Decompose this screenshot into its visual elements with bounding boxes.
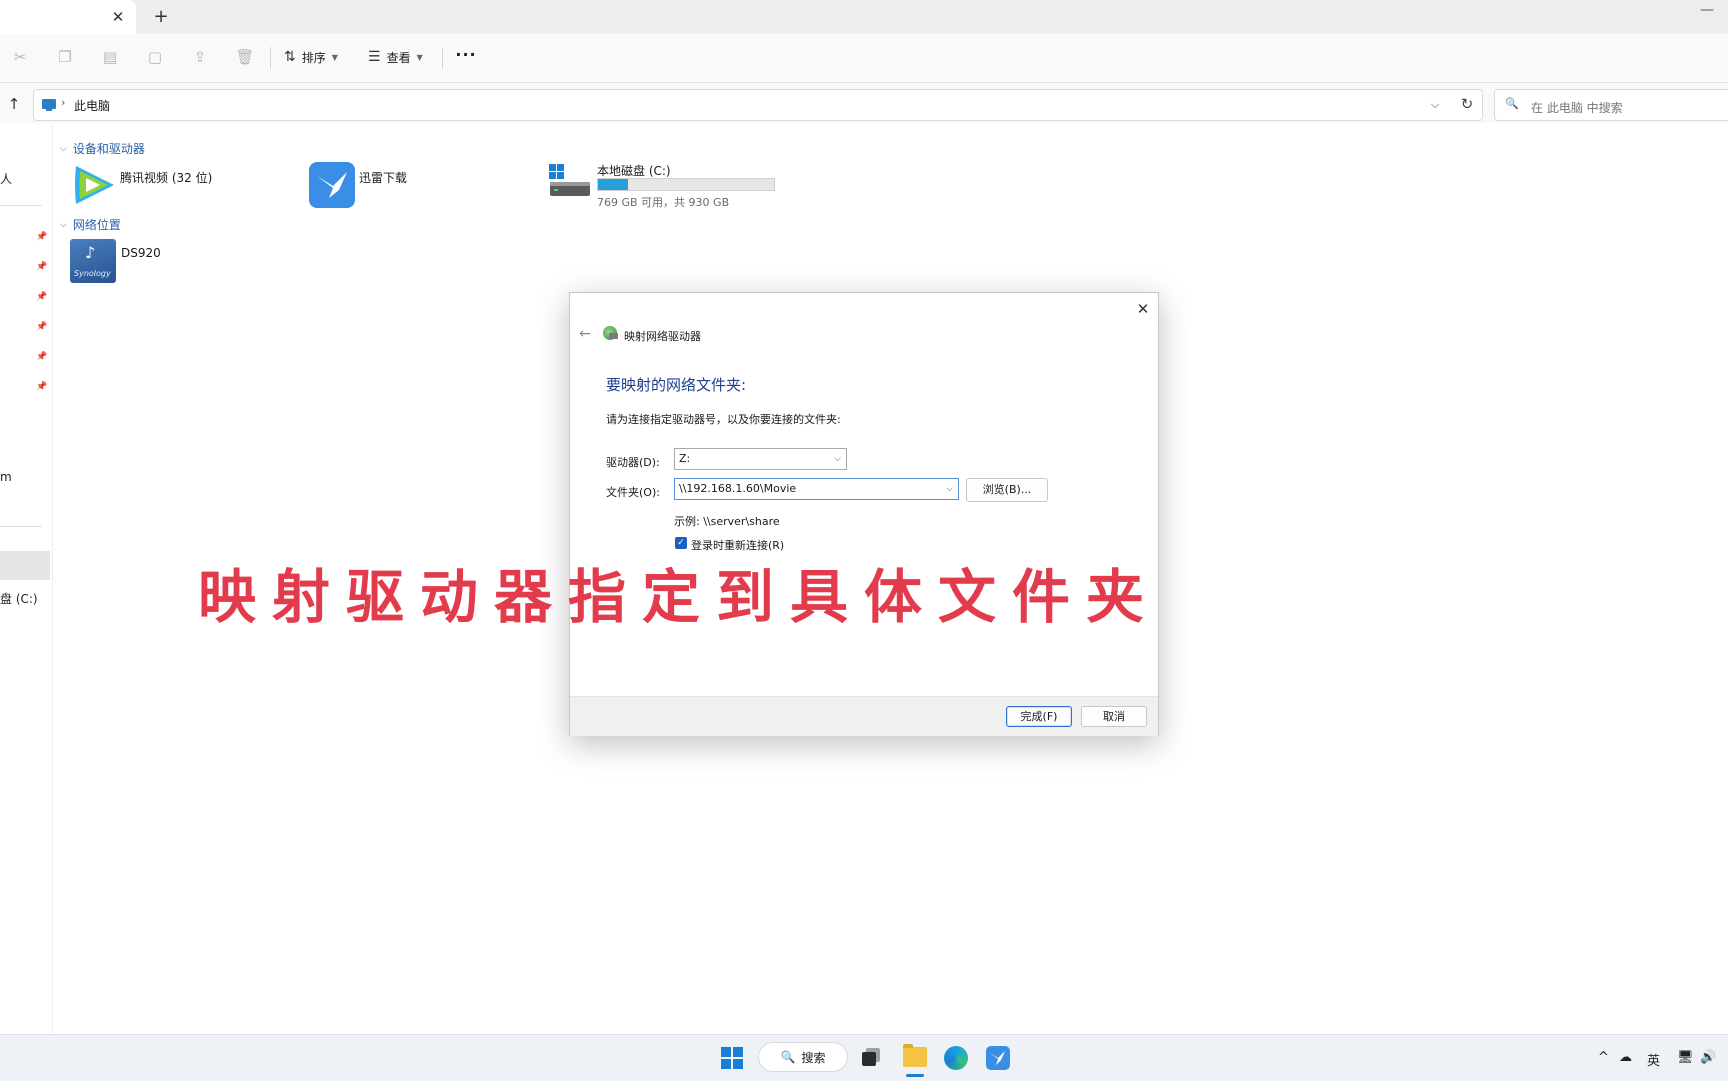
nav-item-person[interactable]: 人 bbox=[0, 170, 12, 187]
this-pc-icon bbox=[42, 99, 56, 111]
refresh-icon[interactable]: ↻ bbox=[1458, 95, 1476, 113]
chevron-right-icon[interactable]: › bbox=[61, 96, 65, 109]
group-devices-label: 设备和驱动器 bbox=[72, 142, 145, 156]
drive-letter-value: Z: bbox=[679, 452, 691, 465]
reconnect-checkbox[interactable]: ✓ bbox=[675, 537, 687, 549]
tab-strip bbox=[0, 0, 1728, 34]
chevron-down-icon: ⌵ bbox=[60, 219, 67, 230]
search-icon: 🔍 bbox=[1505, 97, 1519, 110]
rename-icon[interactable]: ▢ bbox=[145, 47, 165, 67]
bird-icon bbox=[990, 1051, 1005, 1065]
pin-icon[interactable]: 📌 bbox=[36, 381, 48, 393]
group-network-header[interactable]: ⌵ 网络位置 bbox=[60, 216, 121, 233]
input-method-indicator[interactable]: 英 bbox=[1647, 1050, 1660, 1069]
volume-icon[interactable]: 🔊 bbox=[1700, 1050, 1716, 1065]
synology-logo-text: Synology bbox=[74, 269, 111, 278]
tencent-video-label[interactable]: 腾讯视频 (32 位) bbox=[120, 169, 212, 186]
new-tab-icon[interactable]: + bbox=[150, 6, 172, 28]
drive-label: 驱动器(D): bbox=[606, 456, 660, 469]
folder-path-combobox[interactable]: \\192.168.1.60\Movie ⌵ bbox=[674, 478, 959, 500]
command-bar bbox=[0, 34, 1728, 83]
music-note-icon: ♪ bbox=[85, 243, 96, 262]
folder-path-value: \\192.168.1.60\Movie bbox=[679, 482, 797, 495]
toolbar-divider bbox=[270, 47, 271, 69]
close-icon[interactable]: ✕ bbox=[1132, 298, 1154, 320]
tab-close-icon[interactable]: ✕ bbox=[108, 7, 128, 27]
local-disk-label[interactable]: 本地磁盘 (C:) bbox=[597, 162, 671, 179]
taskbar-search-label: 搜索 bbox=[801, 1050, 826, 1065]
disk-usage-caption: 769 GB 可用，共 930 GB bbox=[597, 196, 730, 209]
overlay-caption: 映射驱动器指定到具体文件夹 bbox=[198, 563, 1161, 631]
back-arrow-icon[interactable]: ← bbox=[576, 325, 594, 343]
dialog-heading: 要映射的网络文件夹: bbox=[606, 376, 747, 394]
chevron-down-icon: ⌵ bbox=[834, 454, 841, 464]
dialog-description: 请为连接指定驱动器号，以及你要连接的文件夹: bbox=[606, 413, 841, 426]
view-icon: ☰ bbox=[368, 49, 381, 65]
more-options-icon[interactable]: ··· bbox=[454, 45, 478, 69]
edge-browser-icon[interactable] bbox=[944, 1046, 968, 1070]
map-network-drive-dialog bbox=[569, 292, 1159, 736]
network-icon[interactable]: 🖥 bbox=[1677, 1050, 1694, 1065]
nav-item-this-pc[interactable] bbox=[0, 551, 50, 580]
delete-icon[interactable]: 🗑 bbox=[235, 47, 255, 67]
sort-label: 排序 bbox=[301, 50, 326, 65]
nav-item-m[interactable]: m bbox=[0, 470, 12, 484]
xunlei-taskbar-icon[interactable] bbox=[986, 1046, 1010, 1070]
pin-icon[interactable]: 📌 bbox=[36, 231, 48, 243]
disk-usage-fill bbox=[598, 179, 628, 190]
sort-icon: ⇅ bbox=[284, 49, 296, 65]
breadcrumb[interactable]: 此电脑 bbox=[74, 97, 110, 114]
group-devices-header[interactable]: ⌵ 设备和驱动器 bbox=[60, 140, 145, 157]
task-view-icon[interactable] bbox=[862, 1048, 880, 1066]
cut-icon[interactable]: ✂ bbox=[10, 47, 30, 67]
paste-icon[interactable]: ▤ bbox=[100, 47, 120, 67]
view-label: 查看 bbox=[386, 50, 411, 65]
view-button[interactable]: ☰ 查看 ▼ bbox=[368, 45, 423, 69]
cancel-button[interactable]: 取消 bbox=[1081, 706, 1147, 727]
windows-start-icon[interactable] bbox=[721, 1047, 743, 1069]
pin-icon[interactable]: 📌 bbox=[36, 351, 48, 363]
pane-splitter[interactable] bbox=[52, 123, 53, 1033]
chevron-down-icon[interactable]: ⌵ bbox=[946, 479, 953, 499]
minimize-icon[interactable]: — bbox=[1700, 2, 1720, 18]
pin-icon[interactable]: 📌 bbox=[36, 291, 48, 303]
active-app-indicator bbox=[906, 1074, 924, 1077]
nav-divider bbox=[0, 526, 42, 527]
xunlei-icon[interactable] bbox=[309, 162, 355, 208]
show-hidden-icons-chevron-icon[interactable]: ^ bbox=[1598, 1050, 1609, 1065]
search-placeholder: 在 此电脑 中搜索 bbox=[1531, 101, 1623, 115]
network-drive-icon bbox=[603, 326, 618, 340]
taskbar-search-button[interactable]: 🔍 搜索 bbox=[758, 1042, 848, 1072]
drive-letter-select[interactable]: Z: ⌵ bbox=[674, 448, 847, 470]
toolbar-divider bbox=[442, 47, 443, 69]
folder-label: 文件夹(O): bbox=[606, 486, 660, 499]
share-icon[interactable]: ⇪ bbox=[190, 47, 210, 67]
nav-divider bbox=[0, 205, 42, 206]
tencent-video-icon[interactable] bbox=[70, 162, 118, 208]
chevron-down-icon: ▼ bbox=[416, 52, 423, 62]
chevron-down-icon: ⌵ bbox=[60, 143, 67, 154]
ds920-label[interactable]: DS920 bbox=[121, 246, 161, 260]
pin-icon[interactable]: 📌 bbox=[36, 321, 48, 333]
address-history-chevron-icon[interactable]: ⌵ bbox=[1426, 96, 1444, 114]
onedrive-cloud-icon[interactable]: ☁ bbox=[1619, 1050, 1632, 1065]
search-icon: 🔍 bbox=[780, 1050, 796, 1064]
pin-icon[interactable]: 📌 bbox=[36, 261, 48, 273]
finish-button[interactable]: 完成(F) bbox=[1006, 706, 1072, 727]
bird-icon bbox=[317, 172, 347, 198]
example-text: 示例: \\server\share bbox=[674, 515, 780, 528]
file-explorer-icon[interactable] bbox=[903, 1044, 927, 1067]
copy-icon[interactable]: ❐ bbox=[55, 47, 75, 67]
sort-button[interactable]: ⇅ 排序 ▼ bbox=[284, 45, 338, 69]
browse-button[interactable]: 浏览(B)... bbox=[966, 478, 1048, 502]
up-arrow-icon[interactable]: ↑ bbox=[4, 94, 24, 114]
local-disk-icon[interactable] bbox=[548, 164, 592, 198]
address-bar[interactable] bbox=[33, 89, 1483, 121]
dialog-title: 映射网络驱动器 bbox=[624, 330, 701, 343]
chevron-down-icon: ▼ bbox=[331, 52, 338, 62]
group-network-label: 网络位置 bbox=[72, 218, 121, 232]
nav-item-local-disk[interactable]: 盘 (C:) bbox=[0, 590, 38, 607]
xunlei-label[interactable]: 迅雷下载 bbox=[359, 169, 407, 186]
